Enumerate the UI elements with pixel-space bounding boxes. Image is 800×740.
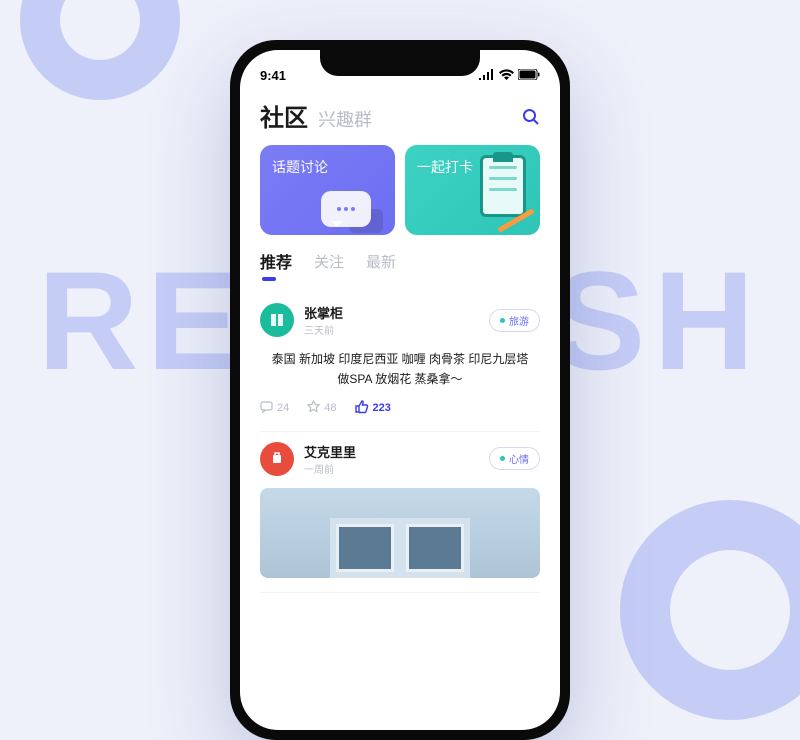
post-image[interactable] [260,488,540,578]
badge-label: 旅游 [509,313,529,328]
post-header: 艾克里里 一周前 心情 [260,442,540,476]
post-timestamp: 一周前 [304,461,356,476]
signal-icon [479,68,495,83]
feature-cards: 话题讨论 一起打卡 [240,145,560,249]
comment-count[interactable]: 24 [260,400,289,416]
card-checkin[interactable]: 一起打卡 [405,145,540,235]
bg-decoration-ring-bottom [620,500,800,720]
post-tag-badge[interactable]: 心情 [489,447,540,470]
feed-tabs: 推荐 关注 最新 [240,249,560,281]
tab-latest[interactable]: 最新 [366,251,396,280]
avatar[interactable] [260,442,294,476]
badge-dot-icon [500,318,505,323]
avatar[interactable] [260,303,294,337]
post-username: 艾克里里 [304,442,356,461]
card-label: 话题讨论 [272,159,328,175]
post-timestamp: 三天前 [304,322,343,337]
post-username: 张掌柜 [304,303,343,322]
post-stats: 24 48 223 [260,400,540,417]
like-count[interactable]: 223 [355,400,391,417]
comment-icon [260,400,273,416]
page-header: 社区 兴趣群 [240,90,560,145]
phone-frame: 9:41 社区 兴趣群 话题讨论 [230,40,570,740]
tab-recommended[interactable]: 推荐 [260,249,292,281]
card-label: 一起打卡 [417,159,473,175]
favorite-count[interactable]: 48 [307,400,336,416]
star-icon [307,400,320,416]
battery-icon [518,68,540,83]
feed-post[interactable]: 张掌柜 三天前 旅游 泰国 新加坡 印度尼西亚 咖喱 肉骨茶 印尼九层塔 做SP… [260,293,540,432]
phone-screen: 9:41 社区 兴趣群 话题讨论 [240,50,560,730]
badge-dot-icon [500,456,505,461]
bg-decoration-ring-top [20,0,180,100]
badge-label: 心情 [509,451,529,466]
chat-bubble-icon [321,191,371,227]
card-topic-discussion[interactable]: 话题讨论 [260,145,395,235]
post-content: 泰国 新加坡 印度尼西亚 咖喱 肉骨茶 印尼九层塔 做SPA 放烟花 蒸桑拿～ [260,337,540,400]
wifi-icon [499,68,514,83]
header-tab-groups[interactable]: 兴趣群 [318,106,372,132]
feed-list: 张掌柜 三天前 旅游 泰国 新加坡 印度尼西亚 咖喱 肉骨茶 印尼九层塔 做SP… [240,281,560,605]
status-time: 9:41 [260,68,286,83]
building-illustration [330,518,470,578]
tab-following[interactable]: 关注 [314,251,344,280]
header-tab-community[interactable]: 社区 [260,98,308,133]
feed-post[interactable]: 艾克里里 一周前 心情 [260,432,540,593]
thumbs-up-icon [355,400,369,417]
post-tag-badge[interactable]: 旅游 [489,309,540,332]
search-icon[interactable] [522,108,540,131]
clipboard-icon [480,155,526,217]
post-header: 张掌柜 三天前 旅游 [260,303,540,337]
phone-notch [320,50,480,76]
